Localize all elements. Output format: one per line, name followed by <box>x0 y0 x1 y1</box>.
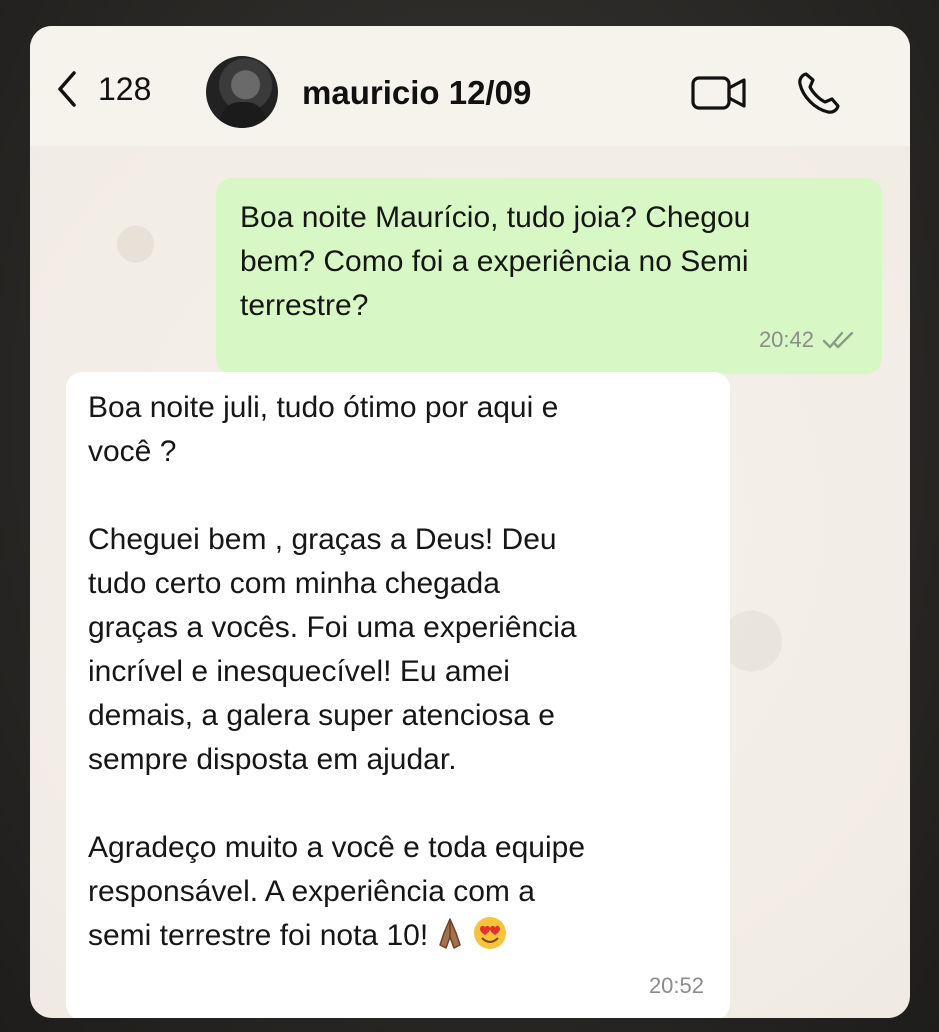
phone-icon[interactable] <box>796 70 842 116</box>
outgoing-message[interactable]: Boa noite Maurício, tudo joia? Chegou be… <box>216 178 882 374</box>
photo-frame: 128 mauricio 12/09 Boa noite Maurício, t… <box>0 0 939 1032</box>
chat-screen: 128 mauricio 12/09 Boa noite Maurício, t… <box>30 26 910 1018</box>
heart-eyes-emoji-icon <box>474 917 507 949</box>
message-text: Boa noite Maurício, tudo joia? Chegou be… <box>240 201 751 322</box>
avatar-figure <box>220 102 266 128</box>
message-time: 20:42 <box>758 327 814 352</box>
unread-count: 128 <box>98 70 152 107</box>
chevron-left-icon <box>58 71 76 107</box>
message-time: 20:52 <box>648 973 704 998</box>
chat-header: 128 mauricio 12/09 <box>30 26 910 146</box>
message-text: Boa noite juli, tudo ótimo por aqui e vo… <box>88 391 586 952</box>
video-call-icon[interactable] <box>690 74 748 112</box>
double-check-icon <box>822 331 854 349</box>
incoming-message[interactable]: Boa noite juli, tudo ótimo por aqui e vo… <box>66 372 730 1018</box>
message-meta: 20:42 <box>759 318 856 362</box>
folded-hands-emoji-icon <box>439 918 461 949</box>
contact-name[interactable]: mauricio 12/09 <box>302 74 531 112</box>
message-meta: 20:52 <box>649 964 704 1008</box>
contact-avatar[interactable] <box>206 56 278 128</box>
back-button[interactable]: 128 <box>56 70 151 108</box>
